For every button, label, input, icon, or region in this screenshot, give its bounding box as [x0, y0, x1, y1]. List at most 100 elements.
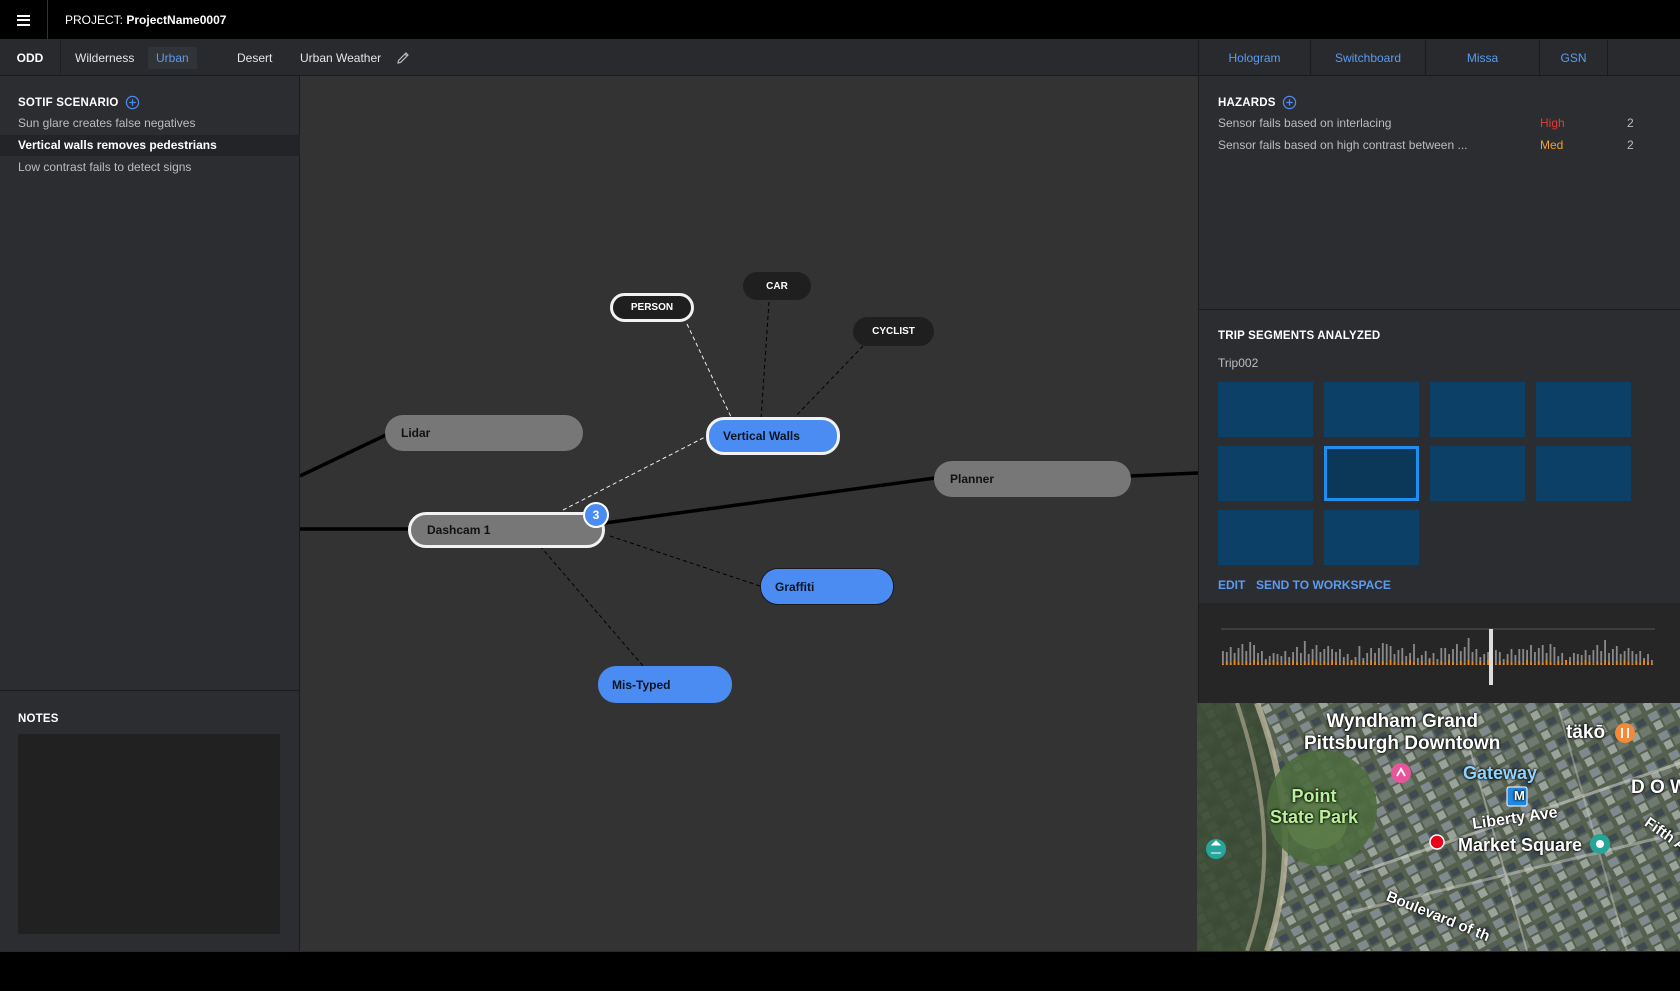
add-hazard-plus-icon[interactable] [1282, 95, 1297, 110]
timeline-bar-highlight [1600, 663, 1603, 665]
node-cyclist[interactable]: CYCLIST [853, 317, 934, 346]
node-vertical-walls[interactable]: Vertical Walls [706, 417, 840, 455]
send-to-workspace-button[interactable]: SEND TO WORKSPACE [1256, 578, 1391, 592]
timeline-bar-highlight [1463, 663, 1466, 665]
segment-thumbnail[interactable] [1218, 446, 1313, 501]
segment-thumbnail[interactable] [1324, 382, 1419, 437]
segment-thumbnail[interactable] [1430, 446, 1525, 501]
segment-thumbnail[interactable] [1324, 510, 1419, 565]
timeline-bar [1417, 658, 1419, 665]
right-tab-bar: Hologram Switchboard Missa GSN [1198, 40, 1680, 76]
timeline-bar [1241, 644, 1244, 665]
tab-switchboard[interactable]: Switchboard [1311, 40, 1426, 76]
timeline-bar [1631, 651, 1634, 665]
timeline-bars [1221, 628, 1655, 685]
tab-gsn[interactable]: GSN [1540, 40, 1608, 76]
timeline-bar-highlight [1635, 661, 1638, 665]
segment-thumbnail-selected[interactable] [1324, 446, 1419, 501]
pencil-icon[interactable] [395, 50, 411, 66]
dashcam-count-badge[interactable]: 3 [583, 502, 609, 528]
timeline-bar-highlight [1432, 662, 1435, 665]
timeline-bar [1592, 650, 1595, 665]
node-dashcam[interactable]: Dashcam 1 [408, 512, 605, 548]
timeline-bar [1549, 644, 1552, 665]
node-mis-typed[interactable]: Mis-Typed [598, 666, 732, 703]
edge-dashcam-walls [562, 434, 710, 511]
timeline-bar-highlight [1444, 663, 1447, 665]
edge-dashcam-planner [604, 476, 936, 525]
edge-cyclist-walls [792, 345, 864, 420]
location-marker-icon[interactable] [1429, 834, 1445, 850]
timeline-bar [1444, 648, 1447, 665]
map-label-tako: täkō [1566, 722, 1606, 743]
tab-missa[interactable]: Missa [1426, 40, 1540, 76]
graph-canvas[interactable]: PERSON CAR CYCLIST Lidar Vertical Walls … [300, 76, 1198, 951]
timeline-bar-highlight [1284, 661, 1287, 665]
node-car[interactable]: CAR [743, 272, 811, 300]
timeline-bar-highlight [1401, 661, 1404, 665]
add-scenario-plus-icon[interactable] [125, 95, 140, 110]
timeline-bar-highlight [1241, 664, 1244, 665]
map-view[interactable]: Wyndham Grand Pittsburgh Downtown täkō G… [1197, 703, 1680, 951]
odd-tab-urban-weather[interactable]: Urban Weather [292, 47, 389, 69]
segment-thumbnail[interactable] [1430, 382, 1525, 437]
segment-thumbnail[interactable] [1218, 510, 1313, 565]
timeline-bar-highlight [1459, 661, 1462, 665]
tab-hologram[interactable]: Hologram [1199, 40, 1311, 76]
timeline-bar-highlight [1530, 662, 1532, 665]
edge-dashcam-mistyped [539, 545, 644, 667]
odd-tab-desert[interactable]: Desert [229, 47, 280, 69]
timeline-bar-highlight [1467, 660, 1470, 665]
timeline-bar-highlight [1280, 664, 1283, 665]
timeline-bar-highlight [1366, 663, 1369, 665]
hazard-row[interactable]: Sensor fails based on interlacing High 2 [1218, 113, 1658, 133]
timeline-bar-highlight [1237, 662, 1240, 665]
sotif-header: SOTIF SCENARIO [18, 95, 140, 110]
node-graffiti[interactable]: Graffiti [760, 568, 894, 605]
odd-tab-urban[interactable]: Urban [148, 47, 197, 69]
segment-thumbnail[interactable] [1536, 382, 1631, 437]
hazards-panel: HAZARDS Sensor fails based on interlacin… [1198, 76, 1680, 310]
notes-input[interactable] [18, 734, 280, 934]
timeline-bar-highlight [1452, 662, 1454, 665]
timeline-histogram[interactable] [1198, 603, 1680, 703]
hazard-row[interactable]: Sensor fails based on high contrast betw… [1218, 135, 1658, 155]
timeline-bar [1514, 655, 1517, 665]
scenario-item[interactable]: Sun glare creates false negatives [0, 113, 300, 134]
timeline-bar [1600, 651, 1603, 665]
timeline-bar-highlight [1627, 662, 1630, 665]
timeline-bar-highlight [1245, 661, 1248, 665]
odd-tab-wilderness[interactable]: Wilderness [67, 47, 142, 69]
node-person[interactable]: PERSON [610, 293, 694, 322]
hazard-severity: Med [1540, 138, 1564, 152]
timeline-bar-highlight [1315, 662, 1318, 665]
map-label-downtown: D O W [1631, 777, 1680, 798]
timeline-bar-highlight [1420, 661, 1423, 665]
hazard-description: Sensor fails based on high contrast betw… [1218, 138, 1468, 152]
museum-pin-icon [1206, 839, 1226, 859]
segment-thumbnail[interactable] [1218, 382, 1313, 437]
hamburger-menu-icon[interactable] [0, 0, 48, 40]
timeline-bar-highlight [1588, 662, 1591, 665]
node-planner[interactable]: Planner [934, 461, 1131, 497]
edge-person-walls [686, 323, 733, 420]
edge-dashcam-graffiti [609, 535, 761, 587]
timeline-bar-highlight [1261, 664, 1263, 665]
timeline-bar-highlight [1413, 662, 1415, 665]
hazard-description: Sensor fails based on interlacing [1218, 116, 1392, 130]
edit-button[interactable]: EDIT [1218, 578, 1245, 592]
segment-thumbnail[interactable] [1536, 446, 1631, 501]
scenario-item-selected[interactable]: Vertical walls removes pedestrians [0, 135, 300, 156]
timeline-bar-highlight [1506, 660, 1509, 665]
timeline-bar-highlight [1319, 664, 1322, 665]
timeline-bar-highlight [1409, 660, 1411, 665]
scenario-item[interactable]: Low contrast fails to detect signs [0, 157, 300, 178]
timeline-bar-highlight [1272, 660, 1275, 665]
node-lidar[interactable]: Lidar [385, 415, 583, 451]
timeline-bar [1229, 647, 1232, 665]
timeline-playhead[interactable] [1489, 629, 1493, 685]
hazards-title: HAZARDS [1218, 96, 1276, 109]
timeline-bar-highlight [1510, 662, 1513, 665]
timeline-bar-highlight [1233, 660, 1236, 665]
timeline-bar-highlight [1296, 662, 1298, 665]
